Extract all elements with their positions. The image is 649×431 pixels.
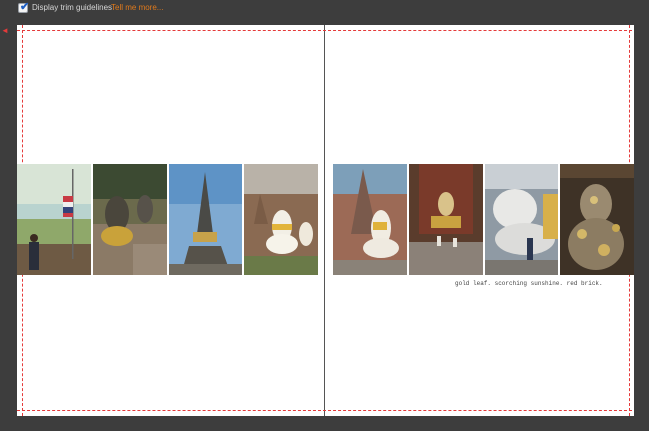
- toolbar: ✔ Display trim guidelines Tell me more..…: [0, 0, 649, 20]
- photo-buddha-chedi[interactable]: [333, 164, 407, 275]
- trim-guidelines-checkbox[interactable]: ✔: [18, 1, 30, 13]
- trim-guidelines-label[interactable]: Display trim guidelines: [32, 3, 112, 13]
- photo-caption[interactable]: gold leaf. scorching sunshine. red brick…: [455, 280, 603, 288]
- spine-divider: [324, 25, 325, 416]
- trim-guide-top: [17, 30, 632, 31]
- photo-flag[interactable]: [17, 164, 91, 275]
- tell-me-more-link[interactable]: Tell me more...: [111, 3, 163, 13]
- photo-stupa[interactable]: [169, 164, 242, 275]
- left-page-photo-strip: [17, 164, 318, 275]
- photo-white-buddhas[interactable]: [244, 164, 318, 275]
- right-page-photo-strip: [333, 164, 634, 275]
- trim-arrow-icon: ◄: [1, 26, 9, 35]
- checkmark-icon: ✔: [20, 1, 30, 13]
- photo-reclining-buddha[interactable]: [485, 164, 558, 275]
- trim-guide-bottom: [17, 410, 632, 411]
- photo-buddha-row[interactable]: [93, 164, 167, 275]
- photo-book-spread[interactable]: gold leaf. scorching sunshine. red brick…: [17, 25, 634, 416]
- photo-gold-leaf-statue[interactable]: [560, 164, 634, 275]
- photo-shrine-interior[interactable]: [409, 164, 483, 275]
